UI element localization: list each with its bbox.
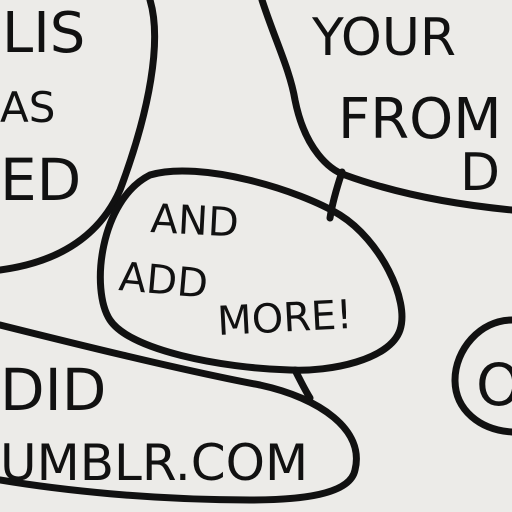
top-left-line-2: AS: [0, 83, 55, 132]
center-line-3: MORE!: [216, 292, 353, 345]
center-line-1: AND: [149, 196, 239, 247]
bottom-left-line-1: DID: [0, 356, 106, 424]
right-line-1: O: [476, 351, 512, 419]
top-right-line-1: YOUR: [311, 8, 456, 68]
bottom-left-line-2: UMBLR.COM: [0, 434, 308, 492]
top-right-line-3: D: [460, 143, 500, 203]
top-left-line-1: LIS: [2, 1, 85, 66]
top-left-line-3: ED: [0, 146, 81, 214]
comic-panel: LIS AS ED YOUR FROM D AND ADD MORE! DID …: [0, 0, 512, 512]
center-line-2: ADD: [117, 254, 210, 308]
comic-lettering: LIS AS ED YOUR FROM D AND ADD MORE! DID …: [0, 1, 512, 492]
